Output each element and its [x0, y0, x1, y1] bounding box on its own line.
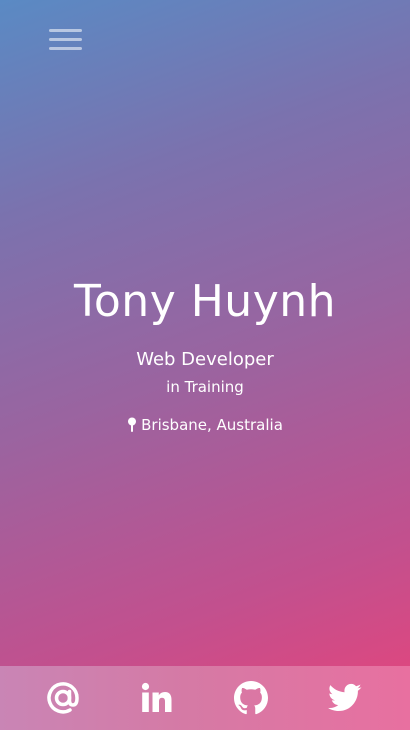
profile-role: Web Developer: [136, 349, 274, 370]
profile-location: Brisbane, Australia: [127, 415, 283, 435]
profile-role-subtitle: in Training: [166, 378, 244, 396]
hero-section: Tony Huynh Web Developer in Training Bri…: [0, 270, 410, 437]
location-label: Brisbane, Australia: [141, 416, 283, 434]
profile-page: Tony Huynh Web Developer in Training Bri…: [0, 0, 410, 730]
linkedin-icon: [141, 682, 172, 712]
email-link[interactable]: [45, 680, 81, 716]
menu-bar-line: [49, 47, 82, 50]
profile-name: Tony Huynh: [73, 276, 337, 327]
hamburger-menu-icon[interactable]: [49, 28, 82, 52]
menu-bar-line: [49, 38, 82, 41]
map-pin-icon: [128, 417, 137, 432]
twitter-link[interactable]: [327, 680, 363, 716]
social-links-bar: [0, 666, 410, 730]
github-icon: [234, 681, 268, 715]
linkedin-link[interactable]: [139, 680, 175, 716]
at-sign-icon: [47, 682, 79, 714]
github-link[interactable]: [233, 680, 269, 716]
menu-bar-line: [49, 29, 82, 32]
twitter-icon: [328, 683, 362, 712]
